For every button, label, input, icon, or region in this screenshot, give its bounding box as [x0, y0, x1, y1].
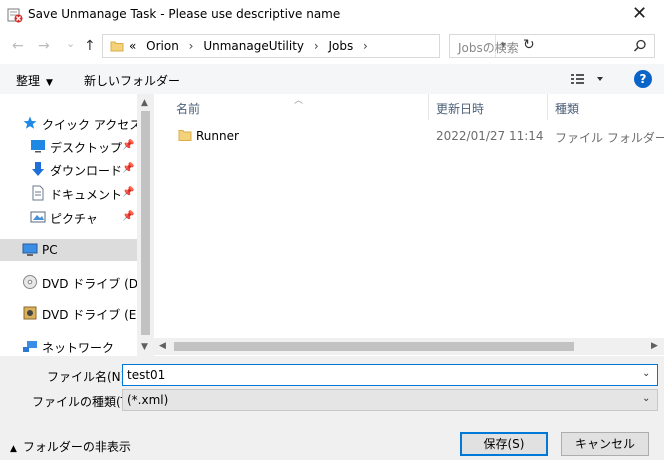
picture-icon — [30, 211, 46, 223]
help-icon[interactable]: ? — [634, 70, 652, 88]
search-input[interactable]: Jobsの検索 — [458, 39, 519, 56]
sidebar-item-label: ネットワーク — [42, 341, 115, 355]
caret-down-icon: ▼ — [46, 78, 53, 88]
breadcrumb-overflow[interactable]: « — [129, 39, 136, 53]
download-icon — [32, 162, 44, 176]
breadcrumb-item-orion[interactable]: Orion — [146, 39, 179, 53]
command-bar: 整理 ▼ 新しいフォルダー ? — [0, 64, 664, 94]
sidebar-item-label: PC — [42, 243, 58, 257]
sidebar-item-dvd-d[interactable]: DVD ドライブ (D:) O — [0, 271, 137, 293]
chevron-right-icon: › — [363, 39, 368, 53]
sidebar-item-quick-access[interactable]: クイック アクセス — [0, 112, 137, 134]
search-box[interactable]: Jobsの検索 — [449, 34, 655, 58]
scroll-down-icon[interactable]: ▼ — [141, 342, 148, 352]
dvd-icon — [23, 275, 37, 289]
hide-folders-label: フォルダーの非表示 — [22, 440, 131, 454]
sidebar-item-label: ダウンロード — [50, 164, 123, 178]
sidebar-item-documents[interactable]: ドキュメント 📌 — [0, 182, 137, 204]
navigation-bar: ← → ⌄ ↑ « Orion › UnmanageUtility › Jobs… — [0, 30, 664, 64]
folder-icon — [110, 41, 124, 52]
network-icon — [23, 341, 37, 352]
chevron-right-icon: › — [188, 39, 194, 53]
chevron-up-icon: ▲ — [10, 444, 17, 454]
back-arrow-icon[interactable]: ← — [12, 38, 24, 54]
scroll-thumb[interactable] — [141, 111, 150, 335]
organize-label: 整理 — [16, 74, 41, 88]
save-form: ファイル名(N): test01 ⌄ ファイルの種類(T): (*.xml) ⌄… — [0, 356, 664, 460]
sort-ascending-icon: ︿ — [294, 96, 304, 106]
sidebar-item-desktop[interactable]: デスクトップ 📌 — [0, 135, 137, 157]
breadcrumb-item-jobs[interactable]: Jobs — [328, 39, 353, 53]
pc-icon — [22, 243, 38, 256]
sidebar-item-label: DVD ドライブ (D:) O — [42, 277, 137, 291]
file-list: ︿ 名前 更新日時 種類 Runner 2022/01/27 11:14 ファイ… — [154, 94, 664, 356]
column-header-modified[interactable]: 更新日時 — [436, 94, 484, 120]
breadcrumb: « Orion › UnmanageUtility › Jobs › — [129, 39, 374, 53]
document-icon — [32, 185, 44, 201]
recent-locations-icon[interactable]: ⌄ — [66, 36, 75, 52]
sidebar-item-label: ピクチャ — [50, 212, 98, 226]
breadcrumb-item-unmanageutility[interactable]: UnmanageUtility — [203, 39, 304, 53]
scroll-left-icon[interactable]: ◀ — [159, 341, 166, 351]
column-divider[interactable] — [547, 94, 548, 120]
column-divider[interactable] — [428, 94, 429, 120]
file-type: ファイル フォルダー — [555, 131, 664, 145]
details-view-icon — [571, 74, 603, 84]
scroll-thumb[interactable] — [174, 342, 574, 351]
forward-arrow-icon[interactable]: → — [38, 38, 50, 54]
scroll-up-icon[interactable]: ▲ — [141, 98, 148, 108]
cancel-button[interactable]: キャンセル — [561, 432, 649, 456]
scroll-right-icon[interactable]: ▶ — [651, 341, 658, 351]
up-arrow-icon[interactable]: ↑ — [84, 38, 96, 54]
organize-button[interactable]: 整理 ▼ — [16, 72, 53, 89]
sidebar-item-network[interactable]: ネットワーク — [0, 335, 137, 356]
search-icon[interactable] — [633, 39, 647, 53]
folder-icon — [178, 130, 192, 141]
pin-icon[interactable]: 📌 — [122, 187, 134, 198]
chevron-right-icon: › — [313, 39, 319, 53]
save-button[interactable]: 保存(S) — [460, 432, 548, 456]
sidebar-scrollbar[interactable]: ▲ ▼ — [137, 94, 154, 356]
file-list-scrollbar[interactable]: ◀ ▶ — [154, 338, 664, 355]
window-title: Save Unmanage Task - Please use descript… — [28, 7, 341, 21]
chevron-down-icon[interactable]: ⌄ — [642, 393, 650, 404]
dvd-icon — [23, 306, 37, 320]
filename-label: ファイル名(N): — [47, 370, 130, 384]
hide-folders-button[interactable]: ▲ フォルダーの非表示 — [10, 438, 131, 455]
table-row[interactable]: Runner 2022/01/27 11:14 ファイル フォルダー — [154, 124, 664, 148]
file-name: Runner — [196, 129, 239, 143]
pin-icon[interactable]: 📌 — [122, 140, 134, 151]
file-modified: 2022/01/27 11:14 — [436, 129, 544, 143]
desktop-icon — [31, 140, 45, 153]
view-options-button[interactable] — [569, 70, 609, 88]
filename-input[interactable]: test01 — [122, 364, 658, 386]
address-bar[interactable]: « Orion › UnmanageUtility › Jobs › ▾ ↻ — [102, 34, 535, 58]
navigation-pane: クイック アクセス デスクトップ 📌 ダウンロード 📌 ドキュメント 📌 ピクチ… — [0, 94, 137, 356]
pin-icon[interactable]: 📌 — [122, 211, 134, 222]
sidebar-item-downloads[interactable]: ダウンロード 📌 — [0, 158, 137, 180]
filetype-select[interactable]: (*.xml) — [122, 389, 658, 411]
sidebar-item-label: DVD ドライブ (E:) Sc — [42, 308, 137, 322]
sidebar-item-label: デスクトップ — [50, 141, 123, 155]
sidebar-item-dvd-e[interactable]: DVD ドライブ (E:) Sc — [0, 302, 137, 324]
star-icon — [23, 116, 37, 129]
app-icon — [7, 8, 23, 23]
sidebar-item-pc[interactable]: PC — [0, 239, 137, 261]
column-header-name[interactable]: 名前 — [176, 94, 200, 120]
sidebar-item-label: クイック アクセス — [42, 118, 137, 132]
sidebar-item-pictures[interactable]: ピクチャ 📌 — [0, 206, 137, 228]
column-header-type[interactable]: 種類 — [555, 94, 579, 120]
chevron-down-icon[interactable]: ⌄ — [642, 368, 650, 379]
close-icon[interactable]: ✕ — [632, 3, 647, 25]
pin-icon[interactable]: 📌 — [122, 163, 134, 174]
new-folder-button[interactable]: 新しいフォルダー — [84, 72, 180, 89]
sidebar-item-label: ドキュメント — [50, 188, 123, 202]
title-bar: Save Unmanage Task - Please use descript… — [0, 0, 664, 30]
